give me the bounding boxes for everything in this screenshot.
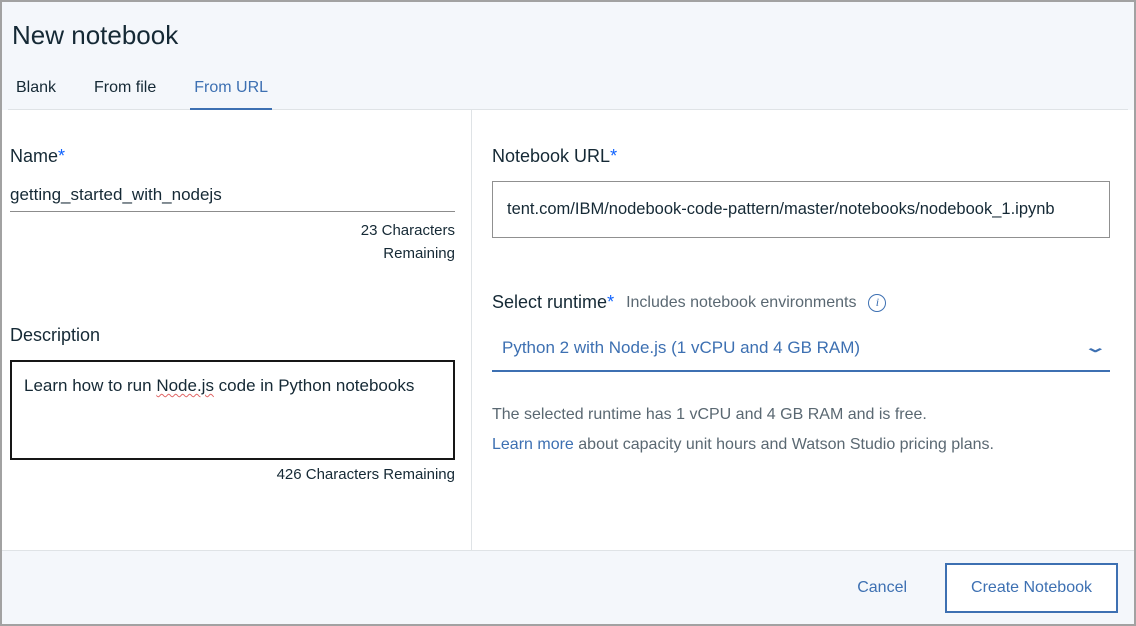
chevron-down-icon: ⌄ [1084, 339, 1107, 357]
learn-more-link[interactable]: Learn more [492, 436, 574, 453]
modal-body: Name* 23 Characters Remaining Descriptio… [2, 110, 1134, 550]
tab-from-url[interactable]: From URL [190, 69, 272, 109]
source-tabs: Blank From file From URL [8, 69, 1128, 110]
description-input[interactable]: Learn how to run Node.js code in Python … [10, 360, 455, 460]
name-char-counter: 23 Characters Remaining [10, 220, 455, 265]
name-label: Name* [10, 146, 455, 167]
runtime-label: Select runtime* [492, 292, 614, 313]
modal-footer: Cancel Create Notebook [2, 550, 1134, 624]
cancel-button[interactable]: Cancel [849, 569, 915, 607]
left-column: Name* 23 Characters Remaining Descriptio… [2, 110, 472, 550]
notebook-url-input[interactable] [492, 181, 1110, 238]
tab-from-file[interactable]: From file [90, 69, 160, 109]
info-icon[interactable]: i [868, 294, 886, 312]
create-notebook-button[interactable]: Create Notebook [945, 563, 1118, 613]
modal-title: New notebook [8, 18, 1128, 69]
name-input[interactable] [10, 181, 455, 212]
runtime-select[interactable]: Python 2 with Node.js (1 vCPU and 4 GB R… [492, 335, 1110, 372]
right-column: Notebook URL* Select runtime* Includes n… [472, 110, 1134, 550]
runtime-hint: Includes notebook environments [626, 294, 856, 312]
runtime-select-value: Python 2 with Node.js (1 vCPU and 4 GB R… [502, 338, 860, 358]
tab-blank[interactable]: Blank [12, 69, 60, 109]
modal-header: New notebook Blank From file From URL [2, 2, 1134, 110]
url-label: Notebook URL* [492, 146, 1110, 167]
runtime-section: Select runtime* Includes notebook enviro… [492, 292, 1110, 461]
description-label: Description [10, 325, 455, 346]
runtime-description: The selected runtime has 1 vCPU and 4 GB… [492, 400, 1110, 461]
description-char-counter: 426 Characters Remaining [10, 466, 455, 483]
new-notebook-modal: New notebook Blank From file From URL Na… [0, 0, 1136, 626]
